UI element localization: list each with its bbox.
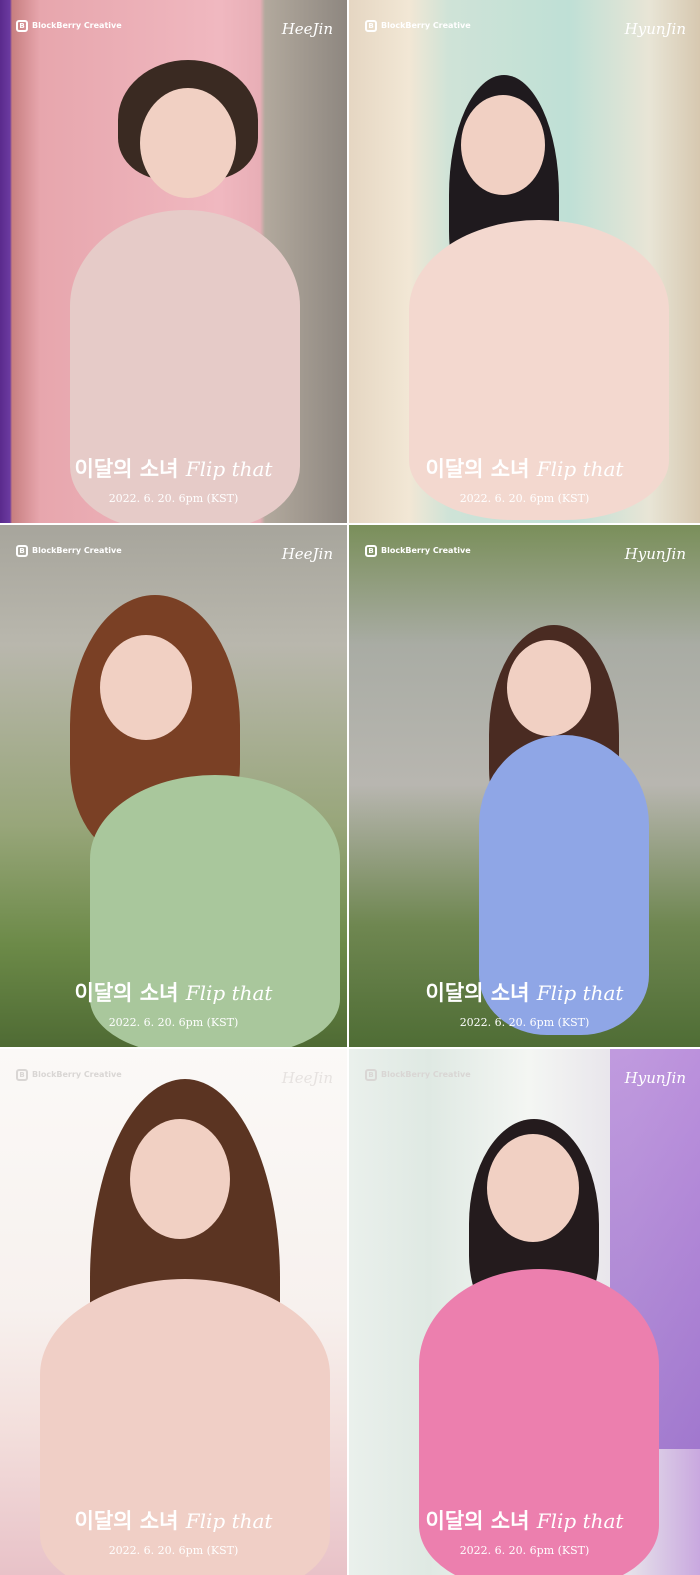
logo-icon: B: [16, 545, 28, 557]
company-logo: B BlockBerry Creative: [365, 20, 471, 32]
logo-icon: B: [365, 545, 377, 557]
release-date: 2022. 6. 20. 6pm (KST): [108, 1016, 239, 1029]
release-date: 2022. 6. 20. 6pm (KST): [108, 1544, 239, 1557]
company-logo: B BlockBerry Creative: [16, 1069, 122, 1081]
album-title: 이달의 소녀 Flip that: [425, 981, 624, 1005]
face-shape: [140, 88, 236, 198]
logo-text: BlockBerry Creative: [381, 546, 471, 555]
logo-text: BlockBerry Creative: [381, 21, 471, 30]
company-logo: B BlockBerry Creative: [16, 545, 122, 557]
album-title: 이달의 소녀 Flip that: [74, 1509, 273, 1533]
logo-text: BlockBerry Creative: [381, 1070, 471, 1079]
member-name: HeeJin: [281, 1069, 333, 1087]
member-name: HeeJin: [281, 545, 333, 563]
company-logo: B BlockBerry Creative: [365, 545, 471, 557]
member-name: HyunJin: [624, 1069, 686, 1087]
logo-icon: B: [365, 20, 377, 32]
logo-icon: B: [365, 1069, 377, 1081]
logo-text: BlockBerry Creative: [32, 546, 122, 555]
teaser-photo-hyunjin-2: B BlockBerry Creative HyunJin 이달의 소녀 Flip…: [349, 525, 700, 1047]
member-name: HeeJin: [281, 20, 333, 38]
teaser-grid: B BlockBerry Creative HeeJin 이달의 소녀 Flip …: [0, 0, 700, 1575]
release-date: 2022. 6. 20. 6pm (KST): [459, 492, 590, 505]
release-date: 2022. 6. 20. 6pm (KST): [459, 1016, 590, 1029]
company-logo: B BlockBerry Creative: [365, 1069, 471, 1081]
logo-icon: B: [16, 20, 28, 32]
face-shape: [461, 95, 545, 195]
face-shape: [130, 1119, 230, 1239]
logo-icon: B: [16, 1069, 28, 1081]
album-title: 이달의 소녀 Flip that: [425, 457, 624, 481]
teaser-photo-hyunjin-1: B BlockBerry Creative HyunJin 이달의 소녀 Flip…: [349, 0, 700, 523]
face-shape: [507, 640, 591, 736]
company-logo: B BlockBerry Creative: [16, 20, 122, 32]
teaser-photo-heejin-1: B BlockBerry Creative HeeJin 이달의 소녀 Flip …: [0, 0, 347, 523]
album-title: 이달의 소녀 Flip that: [74, 981, 273, 1005]
release-date: 2022. 6. 20. 6pm (KST): [459, 1544, 590, 1557]
member-name: HyunJin: [624, 20, 686, 38]
teaser-photo-hyunjin-3: B BlockBerry Creative HyunJin 이달의 소녀 Flip…: [349, 1049, 700, 1575]
album-title: 이달의 소녀 Flip that: [74, 457, 273, 481]
album-title: 이달의 소녀 Flip that: [425, 1509, 624, 1533]
face-shape: [487, 1134, 579, 1242]
face-shape: [100, 635, 192, 740]
teaser-photo-heejin-2: B BlockBerry Creative HeeJin 이달의 소녀 Flip …: [0, 525, 347, 1047]
teaser-photo-heejin-3: B BlockBerry Creative HeeJin 이달의 소녀 Flip …: [0, 1049, 347, 1575]
release-date: 2022. 6. 20. 6pm (KST): [108, 492, 239, 505]
member-name: HyunJin: [624, 545, 686, 563]
logo-text: BlockBerry Creative: [32, 1070, 122, 1079]
logo-text: BlockBerry Creative: [32, 21, 122, 30]
